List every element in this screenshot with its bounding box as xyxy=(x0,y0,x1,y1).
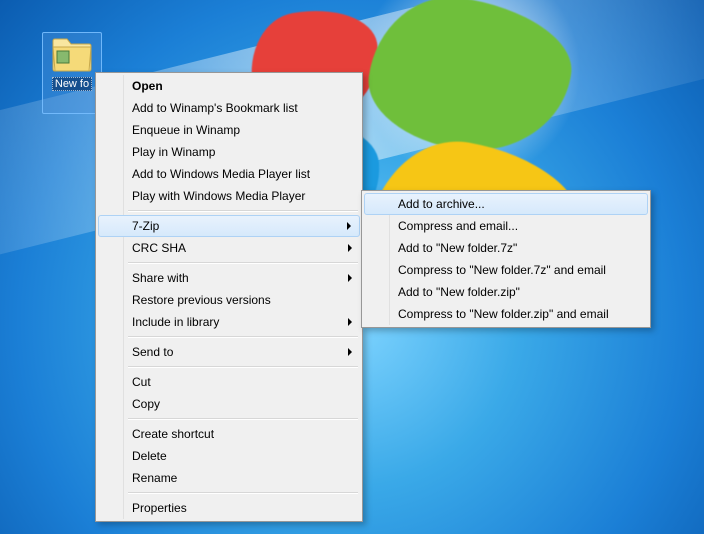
chevron-right-icon xyxy=(348,318,352,326)
submenu-add-7z[interactable]: Add to "New folder.7z" xyxy=(364,237,648,259)
menu-share-with[interactable]: Share with xyxy=(98,267,360,289)
desktop-background[interactable]: New fo Open Add to Winamp's Bookmark lis… xyxy=(0,0,704,534)
menu-winamp-play[interactable]: Play in Winamp xyxy=(98,141,360,163)
menu-7zip-label: 7-Zip xyxy=(132,219,159,233)
menu-crc-sha[interactable]: CRC SHA xyxy=(98,237,360,259)
menu-separator xyxy=(128,418,358,420)
menu-share-with-label: Share with xyxy=(132,271,189,285)
menu-cut[interactable]: Cut xyxy=(98,371,360,393)
menu-separator xyxy=(128,366,358,368)
menu-wmp-add[interactable]: Add to Windows Media Player list xyxy=(98,163,360,185)
submenu-add-zip[interactable]: Add to "New folder.zip" xyxy=(364,281,648,303)
menu-separator xyxy=(128,262,358,264)
desktop-folder-selected[interactable]: New fo xyxy=(42,32,102,114)
menu-include-library-label: Include in library xyxy=(132,315,219,329)
submenu-add-to-archive[interactable]: Add to archive... xyxy=(364,193,648,215)
chevron-right-icon xyxy=(348,274,352,282)
menu-send-to-label: Send to xyxy=(132,345,173,359)
folder-icon xyxy=(51,37,93,73)
menu-7zip[interactable]: 7-Zip xyxy=(98,215,360,237)
menu-separator xyxy=(128,210,358,212)
menu-winamp-bookmark[interactable]: Add to Winamp's Bookmark list xyxy=(98,97,360,119)
menu-restore-prev[interactable]: Restore previous versions xyxy=(98,289,360,311)
menu-open[interactable]: Open xyxy=(98,75,360,97)
menu-delete[interactable]: Delete xyxy=(98,445,360,467)
submenu-compress-zip-email[interactable]: Compress to "New folder.zip" and email xyxy=(364,303,648,325)
menu-properties[interactable]: Properties xyxy=(98,497,360,519)
chevron-right-icon xyxy=(347,222,351,230)
submenu-compress-7z-email[interactable]: Compress to "New folder.7z" and email xyxy=(364,259,648,281)
menu-create-shortcut[interactable]: Create shortcut xyxy=(98,423,360,445)
submenu-compress-email[interactable]: Compress and email... xyxy=(364,215,648,237)
menu-separator xyxy=(128,336,358,338)
chevron-right-icon xyxy=(348,348,352,356)
menu-crc-sha-label: CRC SHA xyxy=(132,241,186,255)
menu-include-library[interactable]: Include in library xyxy=(98,311,360,333)
menu-winamp-enqueue[interactable]: Enqueue in Winamp xyxy=(98,119,360,141)
chevron-right-icon xyxy=(348,244,352,252)
menu-wmp-play[interactable]: Play with Windows Media Player xyxy=(98,185,360,207)
context-menu: Open Add to Winamp's Bookmark list Enque… xyxy=(95,72,363,522)
menu-rename[interactable]: Rename xyxy=(98,467,360,489)
folder-label: New fo xyxy=(52,77,92,91)
menu-send-to[interactable]: Send to xyxy=(98,341,360,363)
menu-copy[interactable]: Copy xyxy=(98,393,360,415)
menu-separator xyxy=(128,492,358,494)
7zip-submenu: Add to archive... Compress and email... … xyxy=(361,190,651,328)
